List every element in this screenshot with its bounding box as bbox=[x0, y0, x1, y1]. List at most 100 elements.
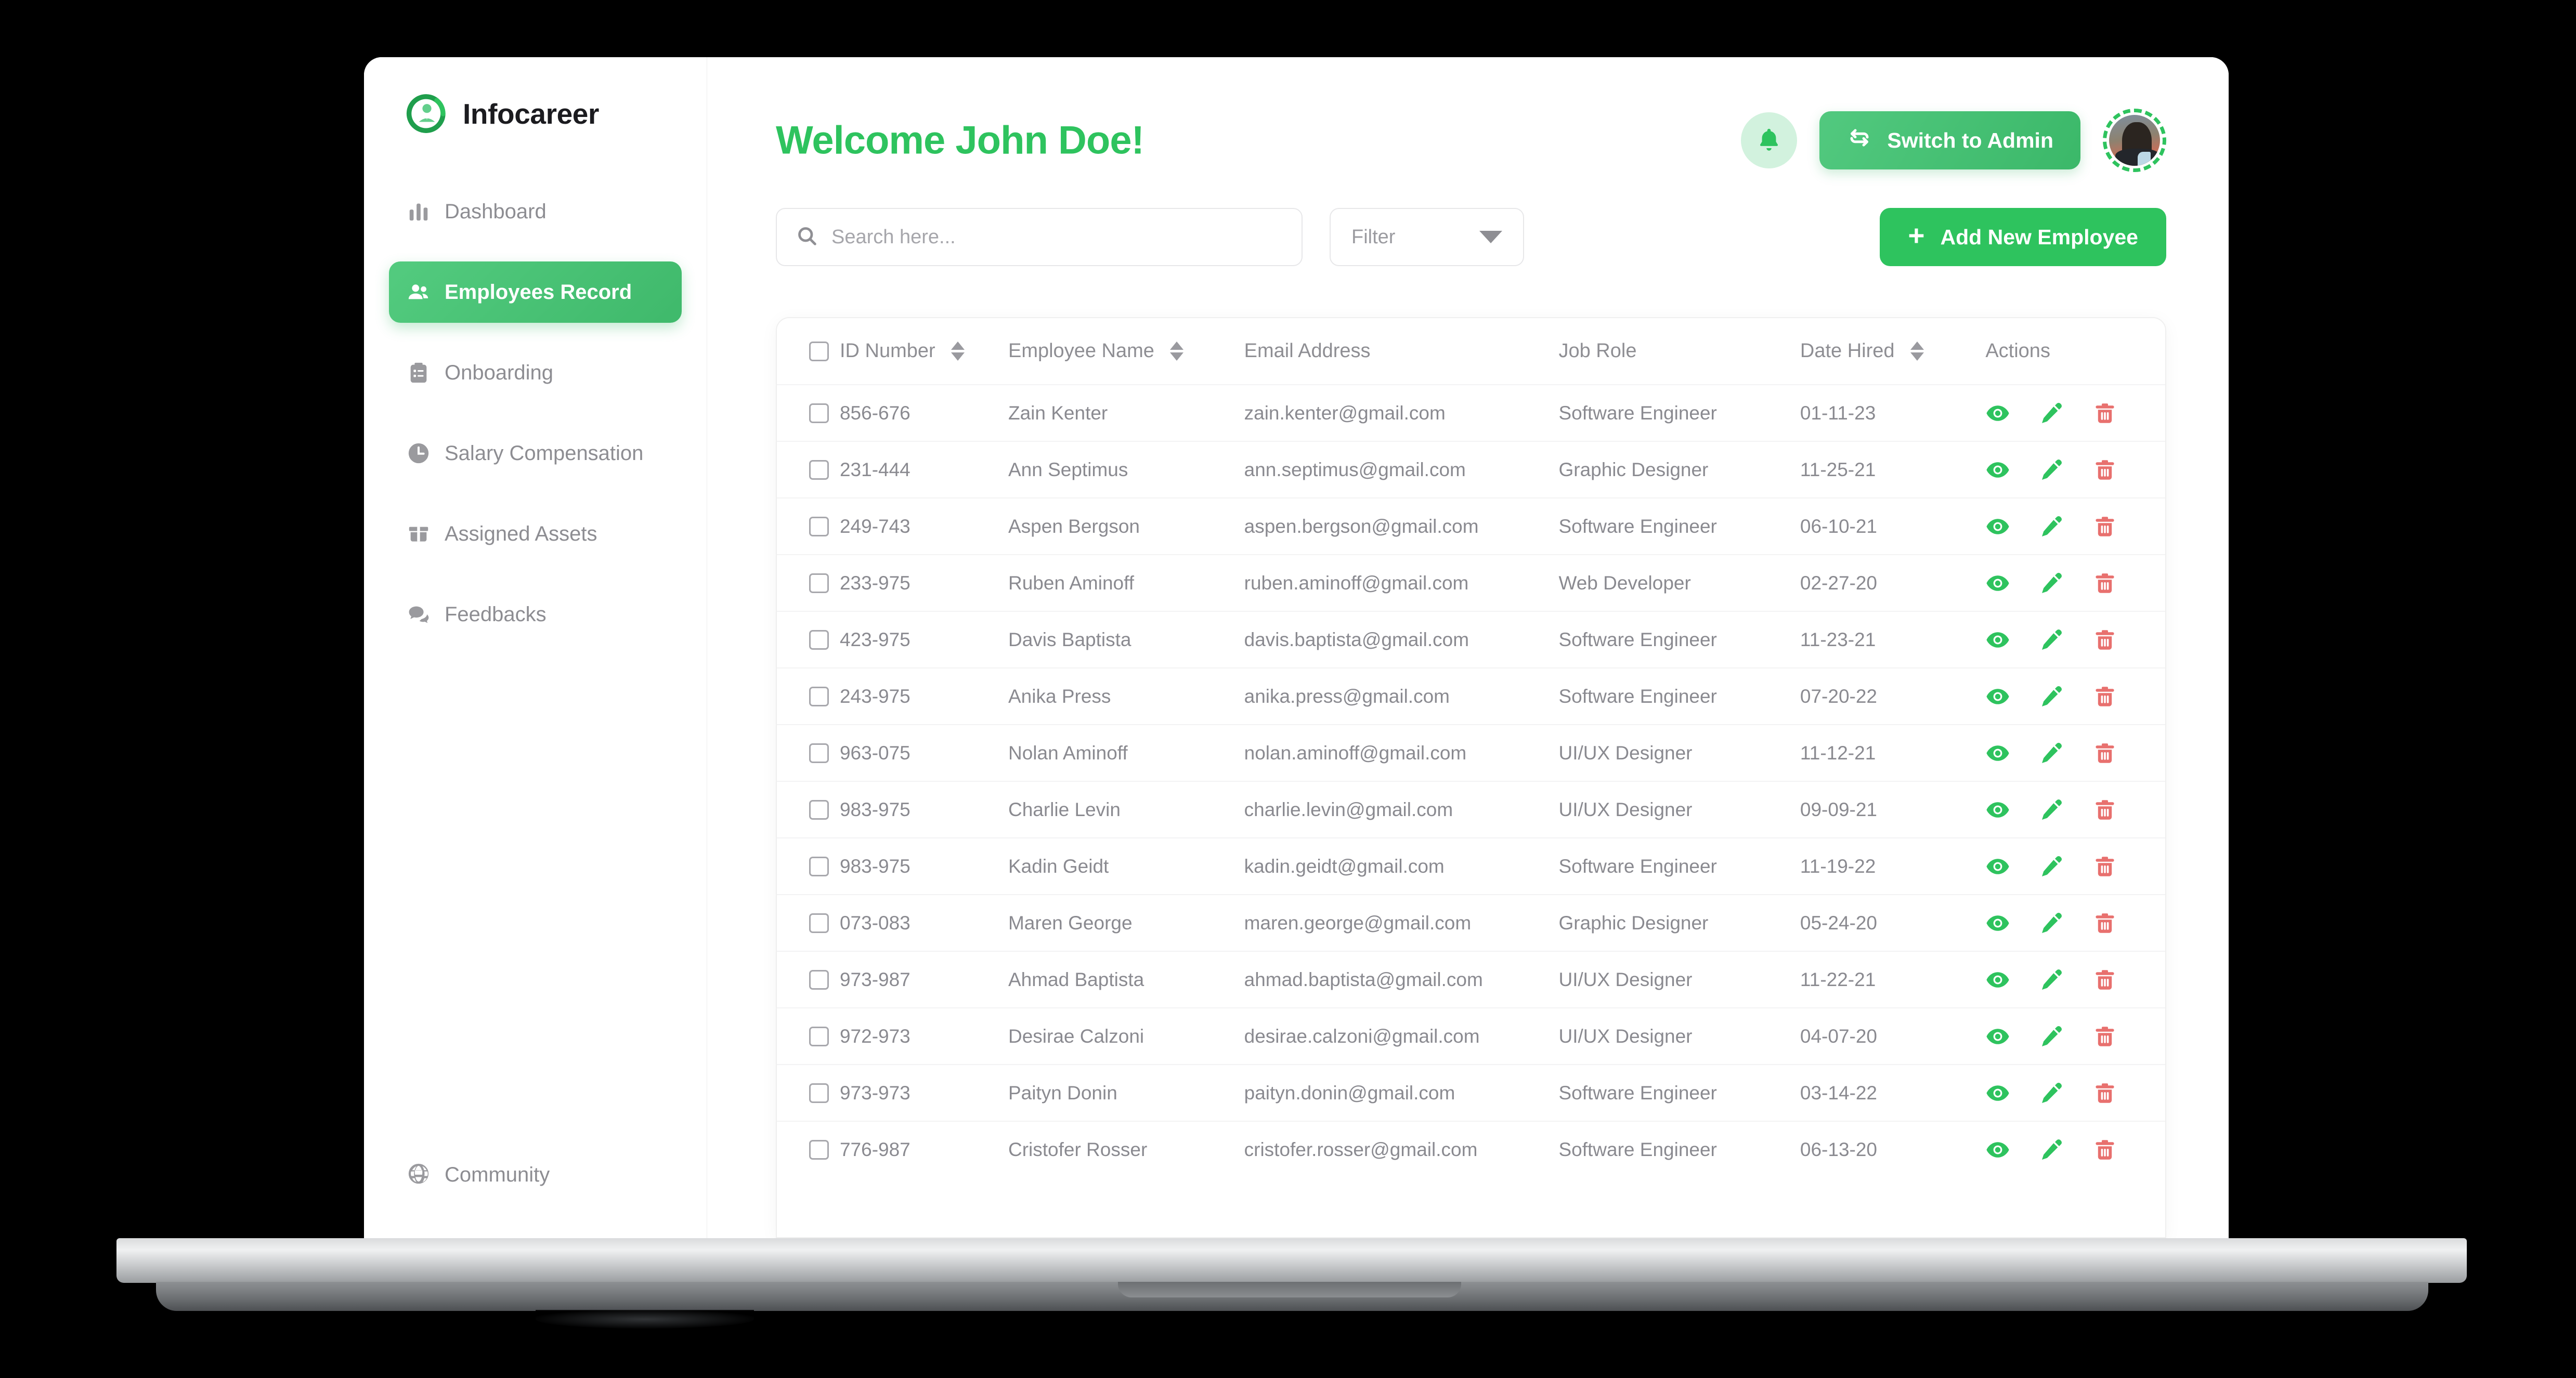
eye-icon[interactable] bbox=[1985, 797, 2010, 822]
trash-icon[interactable] bbox=[2092, 627, 2117, 652]
pencil-icon[interactable] bbox=[2039, 401, 2064, 426]
pencil-icon[interactable] bbox=[2039, 1137, 2064, 1162]
row-checkbox[interactable] bbox=[809, 403, 829, 423]
table-row[interactable]: 776-987 Cristofer Rosser cristofer.rosser@… bbox=[777, 1121, 2165, 1178]
row-checkbox[interactable] bbox=[809, 629, 829, 650]
table-row[interactable]: 249-743 Aspen Bergson aspen.bergson@gmail.… bbox=[777, 497, 2165, 555]
sidebar-item-employees-record[interactable]: Employees Record bbox=[389, 261, 682, 323]
row-checkbox[interactable] bbox=[809, 573, 829, 593]
trash-icon[interactable] bbox=[2092, 741, 2117, 766]
sidebar-item-salary-compensation[interactable]: Salary Compensation bbox=[389, 423, 682, 484]
pencil-icon[interactable] bbox=[2039, 967, 2064, 992]
row-checkbox[interactable] bbox=[809, 913, 829, 933]
table-row[interactable]: 856-676 Zain Kenter zain.kenter@gmail.com S… bbox=[777, 384, 2165, 441]
eye-icon[interactable] bbox=[1985, 911, 2010, 936]
table-row[interactable]: 983-975 Charlie Levin charlie.levin@gmail.… bbox=[777, 781, 2165, 838]
row-checkbox[interactable] bbox=[809, 1083, 829, 1103]
pencil-icon[interactable] bbox=[2039, 741, 2064, 766]
pencil-icon[interactable] bbox=[2039, 627, 2064, 652]
table-row[interactable]: 243-975 Anika Press anika.press@gmail.com S… bbox=[777, 667, 2165, 725]
search-box[interactable] bbox=[776, 208, 1303, 266]
trash-icon[interactable] bbox=[2092, 854, 2117, 879]
trash-icon[interactable] bbox=[2092, 684, 2117, 709]
eye-icon[interactable] bbox=[1985, 1137, 2010, 1162]
cell-id: 233-975 bbox=[839, 554, 1008, 611]
notification-button[interactable] bbox=[1741, 112, 1798, 168]
row-select-cell bbox=[777, 497, 840, 555]
switch-to-admin-button[interactable]: Switch to Admin bbox=[1819, 111, 2080, 169]
filter-dropdown[interactable]: Filter bbox=[1330, 208, 1524, 266]
sort-icon[interactable] bbox=[951, 342, 965, 361]
cell-email: cristofer.rosser@gmail.com bbox=[1244, 1121, 1559, 1178]
row-checkbox[interactable] bbox=[809, 460, 829, 480]
table-row[interactable]: 231-444 Ann Septimus ann.septimus@gmail.co… bbox=[777, 441, 2165, 498]
sort-icon[interactable] bbox=[1910, 342, 1924, 361]
trash-icon[interactable] bbox=[2092, 967, 2117, 992]
row-checkbox[interactable] bbox=[809, 1140, 829, 1160]
sort-icon[interactable] bbox=[1169, 342, 1183, 361]
sidebar-item-label: Employees Record bbox=[445, 280, 632, 304]
sidebar-item-assigned-assets[interactable]: Assigned Assets bbox=[389, 503, 682, 565]
pencil-icon[interactable] bbox=[2039, 514, 2064, 539]
trash-icon[interactable] bbox=[2092, 797, 2117, 822]
eye-icon[interactable] bbox=[1985, 514, 2010, 539]
table-row[interactable]: 973-973 Paityn Donin paityn.donin@gmail.co… bbox=[777, 1064, 2165, 1121]
table-row[interactable]: 973-987 Ahmad Baptista ahmad.baptista@gmai… bbox=[777, 951, 2165, 1008]
trash-icon[interactable] bbox=[2092, 514, 2117, 539]
table-row[interactable]: 233-975 Ruben Aminoff ruben.aminoff@gmail.… bbox=[777, 554, 2165, 611]
sidebar-item-feedbacks[interactable]: Feedbacks bbox=[389, 584, 682, 645]
cell-id: 972-973 bbox=[839, 1007, 1008, 1065]
eye-icon[interactable] bbox=[1985, 854, 2010, 879]
row-checkbox[interactable] bbox=[809, 743, 829, 763]
cell-email: charlie.levin@gmail.com bbox=[1244, 781, 1559, 838]
trash-icon[interactable] bbox=[2092, 401, 2117, 426]
eye-icon[interactable] bbox=[1985, 627, 2010, 652]
table-row[interactable]: 963-075 Nolan Aminoff nolan.aminoff@gmail.… bbox=[777, 724, 2165, 781]
sidebar-item-dashboard[interactable]: Dashboard bbox=[389, 181, 682, 242]
eye-icon[interactable] bbox=[1985, 1024, 2010, 1049]
pencil-icon[interactable] bbox=[2039, 457, 2064, 482]
eye-icon[interactable] bbox=[1985, 571, 2010, 596]
trash-icon[interactable] bbox=[2092, 911, 2117, 936]
column-header-date[interactable]: Date Hired bbox=[1800, 318, 1986, 385]
eye-icon[interactable] bbox=[1985, 457, 2010, 482]
cell-role: Software Engineer bbox=[1558, 384, 1800, 441]
pencil-icon[interactable] bbox=[2039, 684, 2064, 709]
trash-icon[interactable] bbox=[2092, 1024, 2117, 1049]
trash-icon[interactable] bbox=[2092, 1081, 2117, 1106]
table-row[interactable]: 423-975 Davis Baptista davis.baptista@gmai… bbox=[777, 611, 2165, 668]
row-checkbox[interactable] bbox=[809, 856, 829, 876]
sidebar-item-community[interactable]: Community bbox=[389, 1162, 567, 1188]
row-checkbox[interactable] bbox=[809, 516, 829, 536]
add-new-employee-button[interactable]: + Add New Employee bbox=[1880, 208, 2166, 266]
trash-icon[interactable] bbox=[2092, 571, 2117, 596]
avatar[interactable] bbox=[2103, 109, 2166, 172]
column-header-name[interactable]: Employee Name bbox=[1008, 318, 1244, 385]
eye-icon[interactable] bbox=[1985, 741, 2010, 766]
eye-icon[interactable] bbox=[1985, 967, 2010, 992]
eye-icon[interactable] bbox=[1985, 684, 2010, 709]
select-all-checkbox[interactable] bbox=[809, 341, 829, 361]
column-header-id[interactable]: ID Number bbox=[839, 318, 1008, 385]
pencil-icon[interactable] bbox=[2039, 1081, 2064, 1106]
cell-actions bbox=[1985, 611, 2165, 668]
eye-icon[interactable] bbox=[1985, 401, 2010, 426]
sidebar-item-onboarding[interactable]: Onboarding bbox=[389, 342, 682, 403]
row-checkbox[interactable] bbox=[809, 969, 829, 990]
trash-icon[interactable] bbox=[2092, 1137, 2117, 1162]
row-checkbox[interactable] bbox=[809, 1026, 829, 1046]
pencil-icon[interactable] bbox=[2039, 1024, 2064, 1049]
eye-icon[interactable] bbox=[1985, 1081, 2010, 1106]
row-checkbox[interactable] bbox=[809, 799, 829, 820]
search-input[interactable] bbox=[831, 226, 1283, 248]
pencil-icon[interactable] bbox=[2039, 911, 2064, 936]
table-row[interactable]: 972-973 Desirae Calzoni desirae.calzoni@gm… bbox=[777, 1007, 2165, 1065]
pencil-icon[interactable] bbox=[2039, 854, 2064, 879]
row-checkbox[interactable] bbox=[809, 686, 829, 706]
trash-icon[interactable] bbox=[2092, 457, 2117, 482]
pencil-icon[interactable] bbox=[2039, 571, 2064, 596]
table-row[interactable]: 983-975 Kadin Geidt kadin.geidt@gmail.com S… bbox=[777, 837, 2165, 895]
cell-id: 856-676 bbox=[839, 384, 1008, 441]
pencil-icon[interactable] bbox=[2039, 797, 2064, 822]
table-row[interactable]: 073-083 Maren George maren.george@gmail.co… bbox=[777, 894, 2165, 951]
